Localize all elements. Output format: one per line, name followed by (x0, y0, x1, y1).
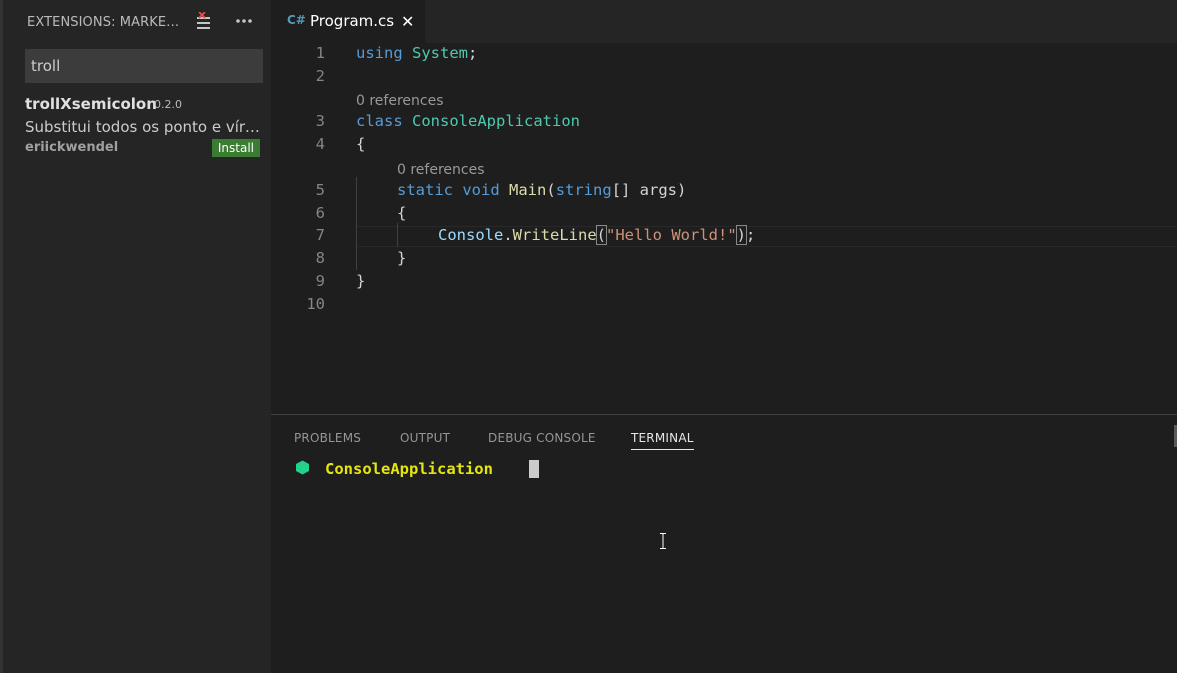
code-line: 4 { (271, 134, 1177, 157)
line-number: 10 (306, 295, 325, 313)
extensions-sidebar: EXTENSIONS: MARKETPLACE trollXsemicolon … (0, 0, 271, 673)
code-punct: ; (468, 44, 478, 62)
code-bracket-match: ( (595, 225, 608, 245)
code-keyword: using (356, 44, 403, 62)
code-punct: . (503, 226, 513, 244)
code-line: 6 { (271, 203, 1177, 226)
extensions-search-input[interactable] (26, 50, 262, 82)
code-method-name: WriteLine (512, 226, 597, 244)
code-line: 7 Console.WriteLine("Hello World!"); (271, 225, 1177, 248)
install-button[interactable]: Install (211, 139, 260, 157)
tab-terminal[interactable]: TERMINAL (631, 431, 694, 450)
code-text: { (397, 204, 407, 222)
code-line: 2 (271, 66, 1177, 89)
terminal-cursor (529, 460, 539, 478)
code-line: 10 (271, 294, 1177, 317)
line-number: 5 (315, 181, 325, 199)
code-identifier: Console (438, 226, 504, 244)
tab-debug-console[interactable]: DEBUG CONSOLE (488, 431, 596, 445)
code-keyword: string (555, 181, 612, 199)
code-keyword: void (462, 181, 500, 199)
extension-publisher: eriickwendel (25, 140, 119, 155)
editor-tab-bar: C# Program.cs ✕ (271, 0, 1177, 43)
code-namespace: System (412, 44, 469, 62)
more-actions-icon[interactable] (233, 10, 255, 32)
extension-list-item[interactable]: trollXsemicolon 0.2.0 Substitui todos os… (25, 92, 263, 160)
codelens-references[interactable]: 0 references (397, 162, 485, 178)
tab-problems[interactable]: PROBLEMS (294, 431, 361, 445)
code-text: { (356, 135, 366, 153)
tab-label: Program.cs (310, 12, 395, 30)
sidebar-title: EXTENSIONS: MARKETPLACE (27, 15, 185, 30)
extension-version: 0.2.0 (154, 98, 182, 111)
bottom-panel: PROBLEMS OUTPUT DEBUG CONSOLE TERMINAL C… (271, 414, 1177, 673)
code-line: 9 } (271, 271, 1177, 294)
line-number: 8 (315, 249, 325, 267)
line-number: 4 (315, 135, 325, 153)
line-number: 9 (315, 272, 325, 290)
line-number: 1 (315, 44, 325, 62)
code-bracket-match: ) (735, 225, 748, 245)
code-keyword: class (356, 112, 403, 130)
code-keyword: static (397, 181, 453, 199)
terminal-prompt: ConsoleApplication (325, 460, 493, 478)
code-line: 5 static void Main(string[] args) (271, 180, 1177, 203)
code-line: 3 class ConsoleApplication (271, 111, 1177, 134)
sidebar-header: EXTENSIONS: MARKETPLACE (27, 8, 267, 38)
code-text: } (356, 272, 366, 290)
tab-output[interactable]: OUTPUT (400, 431, 450, 445)
code-text: } (397, 249, 407, 267)
code-punct: ; (746, 226, 756, 244)
code-text: [] args) (611, 181, 687, 199)
codelens-references[interactable]: 0 references (356, 93, 444, 109)
tab-program-cs[interactable]: C# Program.cs ✕ (271, 0, 425, 43)
extension-name: trollXsemicolon (25, 95, 157, 113)
code-editor[interactable]: 1 using System; 2 0 references 3 class C… (271, 43, 1177, 414)
close-icon[interactable]: ✕ (401, 12, 415, 31)
code-string: "Hello World!" (606, 226, 737, 244)
hexagon-prompt-icon (296, 460, 309, 475)
line-number: 2 (315, 67, 325, 85)
code-line: 1 using System; (271, 43, 1177, 66)
clear-extensions-search-icon[interactable] (195, 12, 213, 32)
extensions-search-box (25, 49, 263, 83)
line-number: 3 (315, 112, 325, 130)
text-cursor-icon (660, 533, 666, 549)
code-punct: ( (546, 181, 556, 199)
line-number: 7 (315, 226, 325, 244)
code-method-name: Main (509, 181, 547, 199)
line-number: 6 (315, 204, 325, 222)
extension-description: Substitui todos os ponto e vírgula por u… (25, 118, 263, 136)
csharp-file-icon: C# (287, 13, 306, 27)
code-class-name: ConsoleApplication (412, 112, 580, 130)
code-line: 8 } (271, 248, 1177, 271)
